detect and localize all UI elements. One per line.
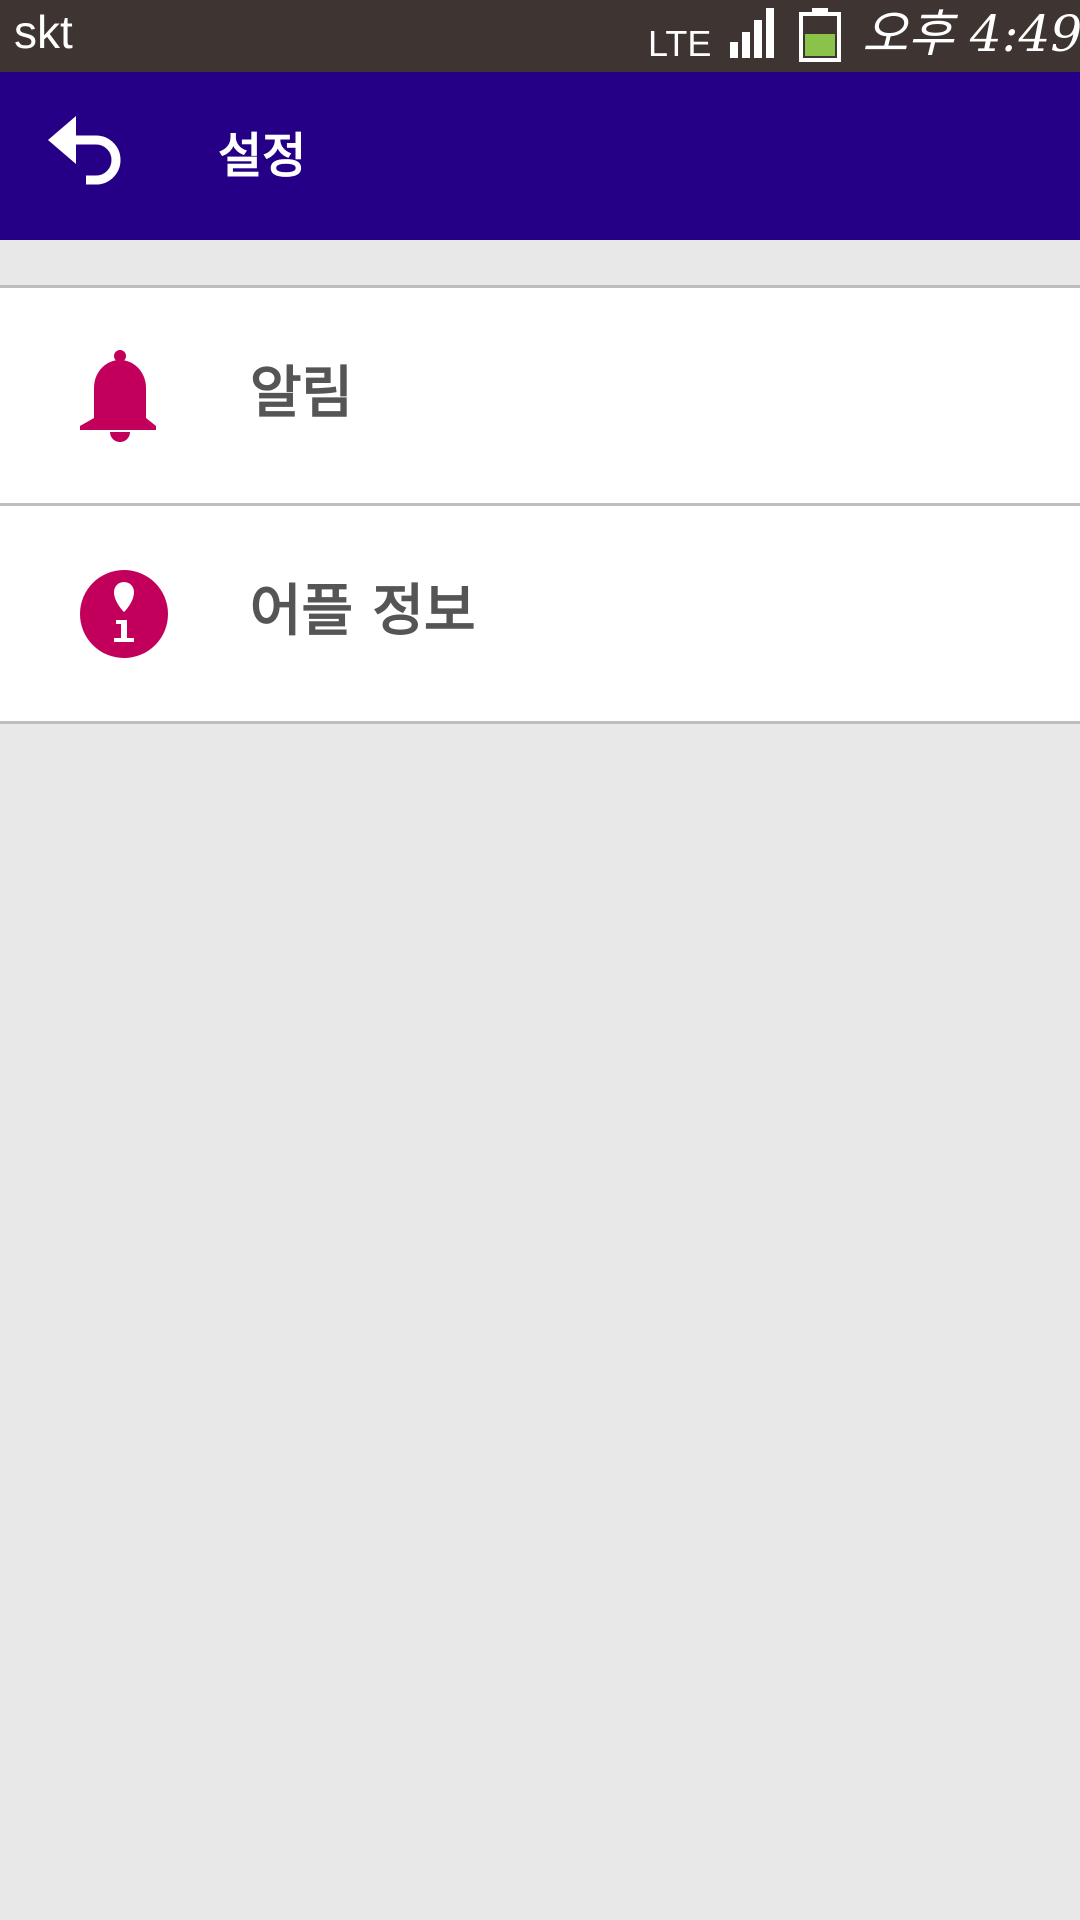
battery-icon — [799, 8, 841, 62]
app-bar: 설정 — [0, 72, 1080, 240]
settings-list: 알림 어플 정보 — [0, 285, 1080, 724]
menu-item-label: 알림 — [250, 361, 354, 426]
status-bar: skt LTE 오후 4:49 — [0, 0, 1080, 72]
clock-label: 오후 4:49 — [862, 5, 1080, 63]
bell-icon — [80, 350, 156, 442]
signal-strength-icon — [730, 8, 774, 58]
carrier-label: skt — [14, 6, 73, 58]
menu-item-label: 어플 정보 — [250, 579, 476, 644]
back-button[interactable] — [36, 112, 136, 202]
network-type-label: LTE — [648, 23, 712, 64]
menu-item-notifications[interactable]: 알림 — [0, 285, 1080, 503]
page-title: 설정 — [218, 128, 307, 184]
menu-item-app-info[interactable]: 어플 정보 — [0, 503, 1080, 724]
back-arrow-icon — [48, 116, 121, 185]
info-icon — [80, 570, 168, 658]
